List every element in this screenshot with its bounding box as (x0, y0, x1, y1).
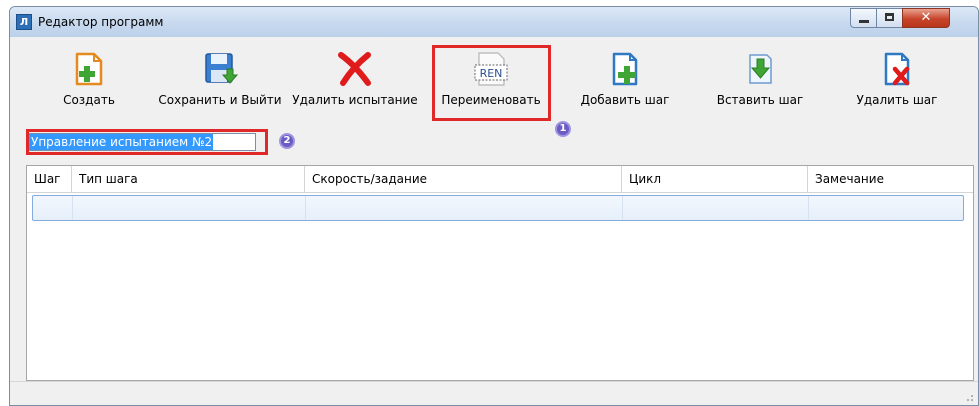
client-area: Создать Сохранить и Выйти Удалить испыта… (10, 37, 978, 405)
save-exit-label: Сохранить и Выйти (158, 93, 282, 107)
annotation-badge-2: 2 (279, 133, 295, 149)
delete-test-label: Удалить испытание (292, 93, 418, 107)
table-cell[interactable] (623, 196, 809, 220)
window-title: Редактор программ (38, 15, 164, 29)
save-icon (205, 53, 239, 84)
program-editor-window: Л Редактор программ ✕ Создать Сохранить … (9, 6, 979, 406)
column-header-step-type[interactable]: Тип шага (72, 166, 305, 192)
column-header-step[interactable]: Шаг (27, 166, 72, 192)
add-step-button[interactable]: Добавить шаг (580, 51, 670, 121)
new-document-icon (75, 52, 103, 86)
table-cell[interactable] (73, 196, 306, 220)
table-cell[interactable] (33, 196, 73, 220)
title-bar[interactable]: Л Редактор программ ✕ (10, 7, 978, 37)
annotation-badge-1: 1 (555, 121, 571, 137)
column-header-speed[interactable]: Скорость/задание (305, 166, 622, 192)
close-button[interactable]: ✕ (902, 8, 950, 28)
status-bar (10, 381, 978, 405)
save-exit-button[interactable]: Сохранить и Выйти (156, 51, 284, 121)
insert-step-label: Вставить шаг (716, 93, 804, 107)
table-cell[interactable] (809, 196, 963, 220)
header-divider (27, 192, 973, 193)
delete-step-button[interactable]: Удалить шаг (852, 51, 942, 121)
name-input-highlight (26, 129, 268, 155)
insert-step-icon (749, 54, 772, 84)
create-label: Создать (63, 93, 115, 107)
delete-x-icon (338, 52, 371, 86)
app-icon: Л (16, 14, 32, 30)
maximize-button[interactable] (876, 8, 903, 28)
maximize-icon (885, 13, 894, 21)
create-button[interactable]: Создать (54, 51, 124, 121)
add-step-icon (612, 52, 638, 86)
delete-step-label: Удалить шаг (856, 93, 938, 107)
delete-step-icon (884, 52, 910, 86)
delete-test-button[interactable]: Удалить испытание (290, 51, 420, 121)
close-icon: ✕ (920, 10, 932, 25)
steps-table: Шаг Тип шага Скорость/задание Цикл Замеч… (26, 165, 974, 381)
insert-step-button[interactable]: Вставить шаг (711, 51, 809, 121)
resize-grip-icon[interactable] (964, 392, 974, 402)
table-cell[interactable] (306, 196, 623, 220)
column-header-remark[interactable]: Замечание (808, 166, 973, 192)
add-step-label: Добавить шаг (580, 93, 670, 107)
table-row[interactable] (32, 195, 964, 221)
minimize-button[interactable] (850, 8, 877, 28)
rename-highlight (432, 45, 551, 121)
column-header-cycle[interactable]: Цикл (622, 166, 808, 192)
minimize-icon (859, 20, 869, 23)
